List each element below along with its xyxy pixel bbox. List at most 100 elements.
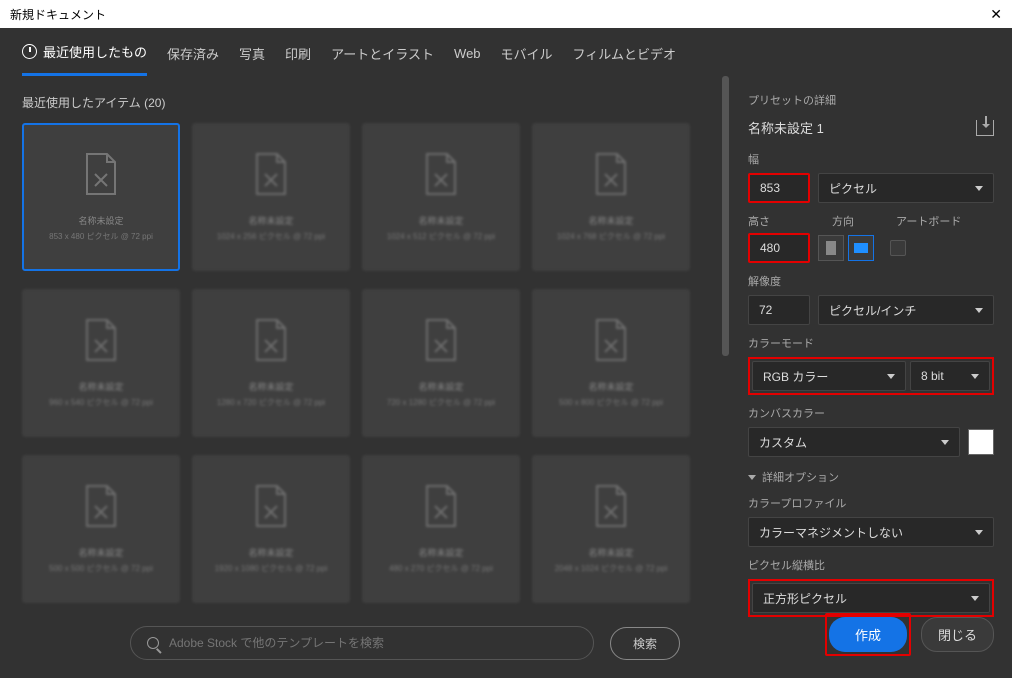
width-unit-select[interactable]: ピクセル [818,173,994,203]
colormode-select[interactable]: RGB カラー [752,361,906,391]
card-subtitle: 1024 x 256 ピクセル @ 72 ppi [217,231,325,242]
chevron-down-icon [975,308,983,313]
card-subtitle: 500 x 500 ピクセル @ 72 ppi [49,563,153,574]
preset-name[interactable]: 名称未設定 1 [748,118,824,137]
card-title: 名称未設定 [588,214,633,227]
file-icon [423,152,459,196]
template-card[interactable]: 名称未設定 1280 x 720 ピクセル @ 72 ppi [192,289,350,437]
card-subtitle: 1280 x 720 ピクセル @ 72 ppi [217,397,325,408]
stock-search-field[interactable] [130,626,594,660]
card-subtitle: 2048 x 1024 ピクセル @ 72 ppi [555,563,668,574]
template-card[interactable]: 名称未設定 1024 x 768 ピクセル @ 72 ppi [532,123,690,271]
search-button[interactable]: 検索 [610,627,680,660]
template-card[interactable]: 名称未設定 480 x 270 ピクセル @ 72 ppi [362,455,520,603]
file-icon [593,484,629,528]
canvas-label: カンバスカラー [748,405,994,421]
resolution-label: 解像度 [748,273,994,289]
landscape-icon [854,243,868,253]
tab-web[interactable]: Web [454,42,481,76]
tab-art[interactable]: アートとイラスト [331,42,434,76]
scrollbar[interactable] [722,76,729,356]
chevron-down-icon [975,530,983,535]
card-subtitle: 1024 x 512 ピクセル @ 72 ppi [387,231,495,242]
template-card[interactable]: 名称未設定1024 x 512 ピクセル @ 72 ppi [362,123,520,271]
card-subtitle: 480 x 270 ピクセル @ 72 ppi [389,563,493,574]
orientation-portrait[interactable] [818,235,844,261]
file-icon [253,484,289,528]
create-button[interactable]: 作成 [829,617,907,652]
file-icon [423,318,459,362]
search-icon [147,637,159,649]
file-icon [593,318,629,362]
height-label: 高さ [748,213,810,229]
card-title: 名称未設定 [588,380,633,393]
chevron-down-icon [748,475,756,480]
chevron-down-icon [975,186,983,191]
card-subtitle: 853 x 480 ピクセル @ 72 ppi [49,231,153,242]
tab-film[interactable]: フィルムとビデオ [573,42,676,76]
tab-recent[interactable]: 最近使用したもの [22,42,147,76]
card-subtitle: 960 x 540 ピクセル @ 72 ppi [49,397,153,408]
file-icon [83,318,119,362]
template-card[interactable]: 名称未設定 1920 x 1080 ピクセル @ 72 ppi [192,455,350,603]
card-title: 名称未設定 [78,380,123,393]
close-button[interactable]: 閉じる [921,617,994,652]
artboard-label: アートボード [896,213,961,229]
orientation-label: 方向 [832,213,854,229]
card-title: 名称未設定 [248,380,293,393]
card-title: 名称未設定 [248,214,293,227]
card-subtitle: 720 x 1280 ピクセル @ 72 ppi [387,397,495,408]
colormode-label: カラーモード [748,335,994,351]
stock-search-input[interactable] [169,636,577,650]
card-title: 名称未設定 [418,546,463,559]
canvas-swatch[interactable] [968,429,994,455]
templates-grid: 名称未設定853 x 480 ピクセル @ 72 ppi名称未設定1024 x … [22,123,730,603]
resolution-unit-select[interactable]: ピクセル/インチ [818,295,994,325]
tab-photo[interactable]: 写真 [239,42,265,76]
canvas-select[interactable]: カスタム [748,427,960,457]
artboard-checkbox[interactable] [890,240,906,256]
template-card[interactable]: 名称未設定 960 x 540 ピクセル @ 72 ppi [22,289,180,437]
close-icon[interactable]: ✕ [990,6,1002,23]
aspect-select[interactable]: 正方形ピクセル [752,583,990,613]
tab-saved[interactable]: 保存済み [167,42,219,76]
width-label: 幅 [748,151,994,167]
template-card[interactable]: 名称未設定720 x 1280 ピクセル @ 72 ppi [362,289,520,437]
profile-label: カラープロファイル [748,495,994,511]
file-icon [83,484,119,528]
templates-panel: 最近使用したアイテム (20) 名称未設定 853 x 480 ピクセル @ 72… [0,76,730,678]
file-icon [423,484,459,528]
chevron-down-icon [971,596,979,601]
import-icon[interactable] [976,120,994,136]
clock-icon [22,44,37,59]
template-card[interactable]: 名称未設定 853 x 480 ピクセル @ 72 ppi [22,123,180,271]
template-card[interactable]: 名称未設定 500 x 500 ピクセル @ 72 ppi [22,455,180,603]
width-input[interactable]: 853 [748,173,810,203]
orientation-landscape[interactable] [848,235,874,261]
advanced-toggle[interactable]: 詳細オプション [748,469,994,485]
card-title: 名称未設定 [588,546,633,559]
chevron-down-icon [941,440,949,445]
card-subtitle: 1024 x 768 ピクセル @ 72 ppi [557,231,665,242]
template-card[interactable]: 名称未設定 2048 x 1024 ピクセル @ 72 ppi [532,455,690,603]
file-icon [593,152,629,196]
card-title: 名称未設定 [248,546,293,559]
titlebar: 新規ドキュメント ✕ [0,0,1012,28]
card-title: 名称未設定 [78,546,123,559]
tab-print[interactable]: 印刷 [285,42,311,76]
preset-panel: プリセットの詳細 名称未設定 1 幅 853 ピクセル 高さ 方向 アートボード… [730,76,1012,678]
card-subtitle: 500 x 800 ピクセル @ 72 ppi [559,397,663,408]
height-input[interactable]: 480 [748,233,810,263]
recent-items-label: 最近使用したアイテム (20) [22,94,730,111]
tab-mobile[interactable]: モバイル [501,42,553,76]
profile-select[interactable]: カラーマネジメントしない [748,517,994,547]
resolution-input[interactable]: 72 [748,295,810,325]
tabs: 最近使用したもの 保存済み 写真 印刷 アートとイラスト Web モバイル フィ… [0,28,1012,76]
card-subtitle: 1920 x 1080 ピクセル @ 72 ppi [215,563,328,574]
template-card[interactable]: 名称未設定 1024 x 256 ピクセル @ 72 ppi [192,123,350,271]
portrait-icon [826,241,836,255]
file-icon [253,318,289,362]
template-card[interactable]: 名称未設定 500 x 800 ピクセル @ 72 ppi [532,289,690,437]
card-title: 名称未設定 [78,214,123,227]
colordepth-select[interactable]: 8 bit [910,361,990,391]
